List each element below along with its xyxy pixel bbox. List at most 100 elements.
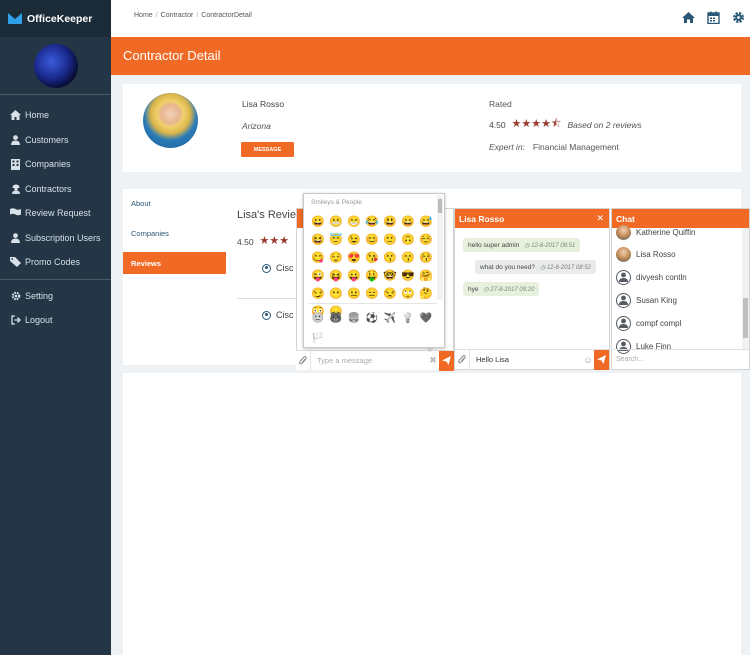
emoji-category-title: Smileys & People xyxy=(311,199,362,206)
emoji-category-tab[interactable]: ✈️ xyxy=(381,308,399,328)
rated-label: Rated xyxy=(489,99,512,109)
emoji-option[interactable]: 😙 xyxy=(399,249,417,267)
emoji-category-tab[interactable]: 🙂 xyxy=(309,308,327,328)
contact-name: divyesh contln xyxy=(636,272,687,282)
sidebar-item-label: Subscription Users xyxy=(25,232,101,243)
emoji-option[interactable]: 😏 xyxy=(309,285,327,303)
emoji-option[interactable]: 😅 xyxy=(417,213,435,231)
emoji-option[interactable]: 😉 xyxy=(345,231,363,249)
review-item[interactable]: Cisc xyxy=(262,310,294,320)
emoji-option[interactable]: 😑 xyxy=(363,285,381,303)
emoji-option[interactable]: 😶 xyxy=(327,285,345,303)
sidebar-item-customers[interactable]: Customers xyxy=(0,128,111,153)
sidebar: OfficeKeeper Home Customers Companies Co… xyxy=(0,0,111,655)
contact-name: Katherine Quiffin xyxy=(636,227,696,237)
contact-item[interactable]: compf compl xyxy=(616,315,681,331)
send-button[interactable] xyxy=(439,350,454,371)
close-icon[interactable]: ✕ xyxy=(596,213,604,224)
review-item[interactable]: Cisc xyxy=(262,263,294,273)
paperclip-icon[interactable] xyxy=(296,355,310,366)
contact-item[interactable]: Susan King xyxy=(616,292,677,308)
emoji-category-tab[interactable]: 🍔 xyxy=(345,308,363,328)
contacts-search-input[interactable]: Search... xyxy=(612,349,749,369)
emoji-option[interactable]: 😆 xyxy=(309,231,327,249)
message-button[interactable]: MESSAGE xyxy=(241,142,294,157)
emoji-option[interactable]: 🙄 xyxy=(399,285,417,303)
sidebar-item-review-request[interactable]: Review Request xyxy=(0,201,111,226)
contact-item[interactable]: Katherine Quiffin xyxy=(616,224,695,240)
emoji-option[interactable]: 😗 xyxy=(381,249,399,267)
emoji-option[interactable]: 😂 xyxy=(363,213,381,231)
star-icon: ★ xyxy=(521,118,532,130)
chat-message-input[interactable]: Hello Lisa xyxy=(469,349,582,370)
sidebar-item-companies[interactable]: Companies xyxy=(0,152,111,177)
contact-item[interactable]: Lisa Rosso xyxy=(616,246,676,262)
contact-item[interactable]: divyesh contln xyxy=(616,269,687,285)
emoji-option[interactable]: 😜 xyxy=(309,267,327,285)
emoji-option[interactable]: 😍 xyxy=(345,249,363,267)
sidebar-item-home[interactable]: Home xyxy=(0,103,111,128)
emoji-option[interactable]: 🤓 xyxy=(381,267,399,285)
emoji-option[interactable]: 🙂 xyxy=(381,231,399,249)
emoji-option[interactable]: 😒 xyxy=(381,285,399,303)
chat-message-text: what do you need? xyxy=(480,263,535,271)
emoji-category-tab[interactable]: ⚽ xyxy=(363,308,381,328)
clear-icon[interactable]: ✖ xyxy=(427,355,439,366)
paperclip-icon[interactable] xyxy=(455,354,469,365)
emoji-option[interactable]: 🤔 xyxy=(417,285,435,303)
emoji-option[interactable]: 🤑 xyxy=(363,267,381,285)
user-icon xyxy=(10,232,21,243)
sidebar-item-contractors[interactable]: Contractors xyxy=(0,177,111,202)
breadcrumb-contractor[interactable]: Contractor xyxy=(161,12,194,19)
sidebar-item-logout[interactable]: Logout xyxy=(0,308,111,333)
user-icon xyxy=(10,134,21,145)
emoji-option[interactable]: 😌 xyxy=(327,249,345,267)
avatar[interactable] xyxy=(33,43,78,88)
star-icon: ★ xyxy=(531,118,542,130)
emoji-category-tab[interactable]: 💡 xyxy=(399,308,417,328)
emoji-option[interactable]: ☺️ xyxy=(417,231,435,249)
emoji-category-tab[interactable]: ❤️ xyxy=(417,308,435,328)
contacts-scrollbar[interactable] xyxy=(742,228,749,350)
emoji-category-tab[interactable]: 🏳️ xyxy=(309,328,327,348)
tab-reviews[interactable]: Reviews xyxy=(123,252,226,274)
chat-message: hye ◷ 27-8-2017 09:20 xyxy=(463,282,540,296)
emoji-option[interactable]: 🤗 xyxy=(417,267,435,285)
breadcrumb-home[interactable]: Home xyxy=(134,12,153,19)
radio-icon[interactable] xyxy=(262,263,271,273)
emoji-option[interactable]: 😐 xyxy=(345,285,363,303)
emoji-option[interactable]: 😀 xyxy=(309,213,327,231)
radio-icon[interactable] xyxy=(262,310,271,320)
emoji-option[interactable]: 😄 xyxy=(399,213,417,231)
emoji-option[interactable]: 😚 xyxy=(417,249,435,267)
expert-label: Expert in: xyxy=(489,142,525,152)
gear-icon[interactable] xyxy=(732,11,745,24)
emoji-option[interactable]: 😝 xyxy=(327,267,345,285)
emoji-option[interactable]: 😎 xyxy=(399,267,417,285)
emoji-option[interactable]: 😘 xyxy=(363,249,381,267)
tab-companies[interactable]: Companies xyxy=(123,222,226,244)
emoji-option[interactable]: 😇 xyxy=(327,231,345,249)
emoji-scrollbar[interactable] xyxy=(437,195,443,300)
emoji-option[interactable]: 😁 xyxy=(345,213,363,231)
emoji-option[interactable]: 😃 xyxy=(381,213,399,231)
emoji-category-tab[interactable]: 🐻 xyxy=(327,308,345,328)
calendar-icon[interactable] xyxy=(707,11,720,24)
home-icon[interactable] xyxy=(682,11,695,24)
message-input[interactable]: Type a message xyxy=(310,350,427,371)
emoji-option[interactable]: 😋 xyxy=(309,249,327,267)
smiley-icon[interactable]: ☺ xyxy=(582,355,594,365)
tab-about[interactable]: About xyxy=(123,192,226,214)
chat-window-header[interactable]: Lisa Rosso ✕ xyxy=(455,209,609,228)
emoji-option[interactable]: 🙃 xyxy=(399,231,417,249)
emoji-option[interactable]: 😬 xyxy=(327,213,345,231)
brand[interactable]: OfficeKeeper xyxy=(0,0,111,37)
sidebar-item-setting[interactable]: Setting xyxy=(0,284,111,309)
sidebar-item-promo-codes[interactable]: Promo Codes xyxy=(0,250,111,275)
sidebar-item-subscription-users[interactable]: Subscription Users xyxy=(0,226,111,251)
star-icon: ★ xyxy=(269,235,280,247)
user-icon xyxy=(616,269,631,285)
send-button[interactable] xyxy=(594,349,609,370)
emoji-option[interactable]: 😛 xyxy=(345,267,363,285)
emoji-option[interactable]: 😊 xyxy=(363,231,381,249)
